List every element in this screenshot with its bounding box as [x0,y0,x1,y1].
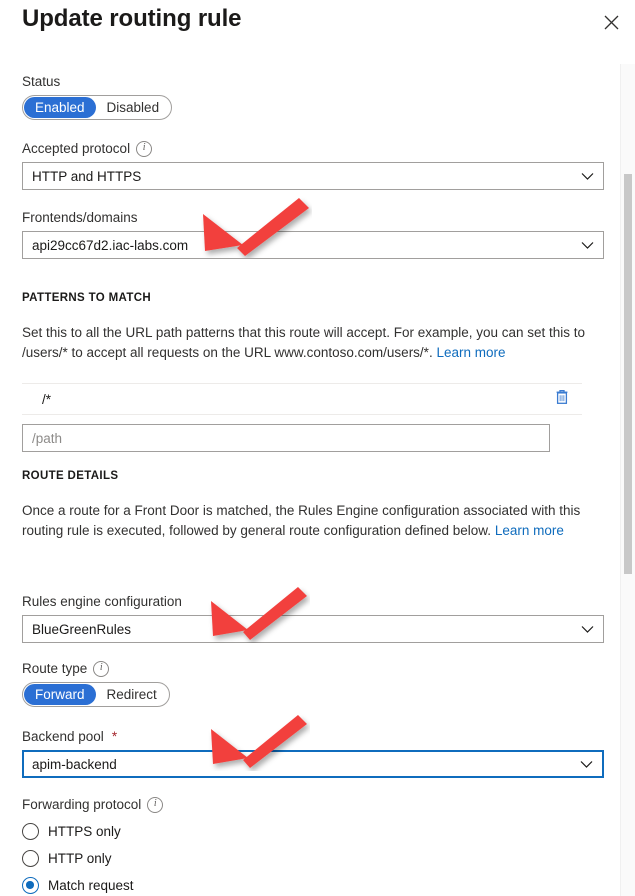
vertical-scrollbar[interactable] [620,64,635,896]
frontends-domains-value: api29cc67d2.iac-labs.com [32,237,189,253]
info-icon[interactable] [93,661,110,677]
accepted-protocol-label: Accepted protocol [22,140,604,158]
chevron-down-icon [581,622,594,637]
blade-header: Update routing rule [0,0,635,52]
backend-pool-field: Backend pool * apim-backend [22,728,604,778]
backend-pool-value: apim-backend [32,756,117,772]
route-details-heading: ROUTE DETAILS [22,470,119,482]
blade-content: Status Enabled Disabled Accepted protoco… [0,52,618,896]
radio-option-match-request[interactable]: Match request [22,872,604,896]
frontends-domains-label: Frontends/domains [22,210,138,225]
forwarding-protocol-radio-group: HTTPS only HTTP only Match request [22,818,604,896]
rules-engine-configuration-field: Rules engine configuration BlueGreenRule… [22,593,604,643]
rules-engine-configuration-label: Rules engine configuration [22,594,182,609]
scrollbar-thumb[interactable] [624,174,632,574]
rules-engine-configuration-dropdown[interactable]: BlueGreenRules [22,615,604,643]
page-title: Update routing rule [22,5,242,32]
trash-icon [554,388,570,410]
chevron-down-icon [581,238,594,253]
radio-icon[interactable] [22,850,39,867]
status-label: Status [22,74,61,89]
forwarding-protocol-field: Forwarding protocol HTTPS only HTTP only… [22,796,604,896]
pattern-list: /* /path [22,383,582,452]
route-details-learn-more-link[interactable]: Learn more [495,523,564,538]
radio-option-http-only[interactable]: HTTP only [22,845,604,872]
frontends-domains-dropdown[interactable]: api29cc67d2.iac-labs.com [22,231,604,259]
patterns-to-match-heading: PATTERNS TO MATCH [22,292,152,304]
status-option-enabled[interactable]: Enabled [24,97,96,118]
radio-icon[interactable] [22,823,39,840]
route-type-toggle[interactable]: Forward Redirect [22,682,170,707]
patterns-to-match-description: Set this to all the URL path patterns th… [22,325,586,360]
pattern-value: /* [42,391,52,407]
route-type-option-redirect[interactable]: Redirect [96,684,168,705]
route-type-field: Route type Forward Redirect [22,660,604,707]
forwarding-protocol-label: Forwarding protocol [22,796,604,814]
rules-engine-configuration-value: BlueGreenRules [32,621,132,637]
close-icon [604,15,619,30]
info-icon[interactable] [136,141,153,157]
frontends-domains-field: Frontends/domains api29cc67d2.iac-labs.c… [22,209,604,259]
backend-pool-dropdown[interactable]: apim-backend [22,750,604,778]
chevron-down-icon [580,757,593,772]
required-marker: * [111,729,118,744]
pattern-row: /* [22,383,582,415]
route-type-label: Route type [22,660,604,678]
radio-option-https-only[interactable]: HTTPS only [22,818,604,845]
close-button[interactable] [597,8,625,36]
delete-pattern-button[interactable] [551,388,573,410]
status-toggle[interactable]: Enabled Disabled [22,95,173,120]
route-type-option-forward[interactable]: Forward [24,684,96,705]
route-details-section: ROUTE DETAILS Once a route for a Front D… [22,470,604,541]
update-routing-rule-blade: Update routing rule Status Enabled Disab… [0,0,635,896]
radio-label: HTTPS only [48,824,121,839]
backend-pool-label: Backend pool * [22,729,118,744]
route-details-description: Once a route for a Front Door is matched… [22,503,581,538]
accepted-protocol-value: HTTP and HTTPS [32,168,142,184]
status-field: Status Enabled Disabled [22,73,604,120]
info-icon[interactable] [147,797,164,813]
patterns-learn-more-link[interactable]: Learn more [436,345,505,360]
chevron-down-icon [581,169,594,184]
status-option-disabled[interactable]: Disabled [96,97,171,118]
radio-icon[interactable] [22,877,39,894]
patterns-to-match-section: PATTERNS TO MATCH Set this to all the UR… [22,292,604,363]
radio-label: Match request [48,878,134,893]
accepted-protocol-dropdown[interactable]: HTTP and HTTPS [22,162,604,190]
accepted-protocol-field: Accepted protocol HTTP and HTTPS [22,140,604,190]
radio-label: HTTP only [48,851,112,866]
new-pattern-input[interactable]: /path [22,424,550,452]
